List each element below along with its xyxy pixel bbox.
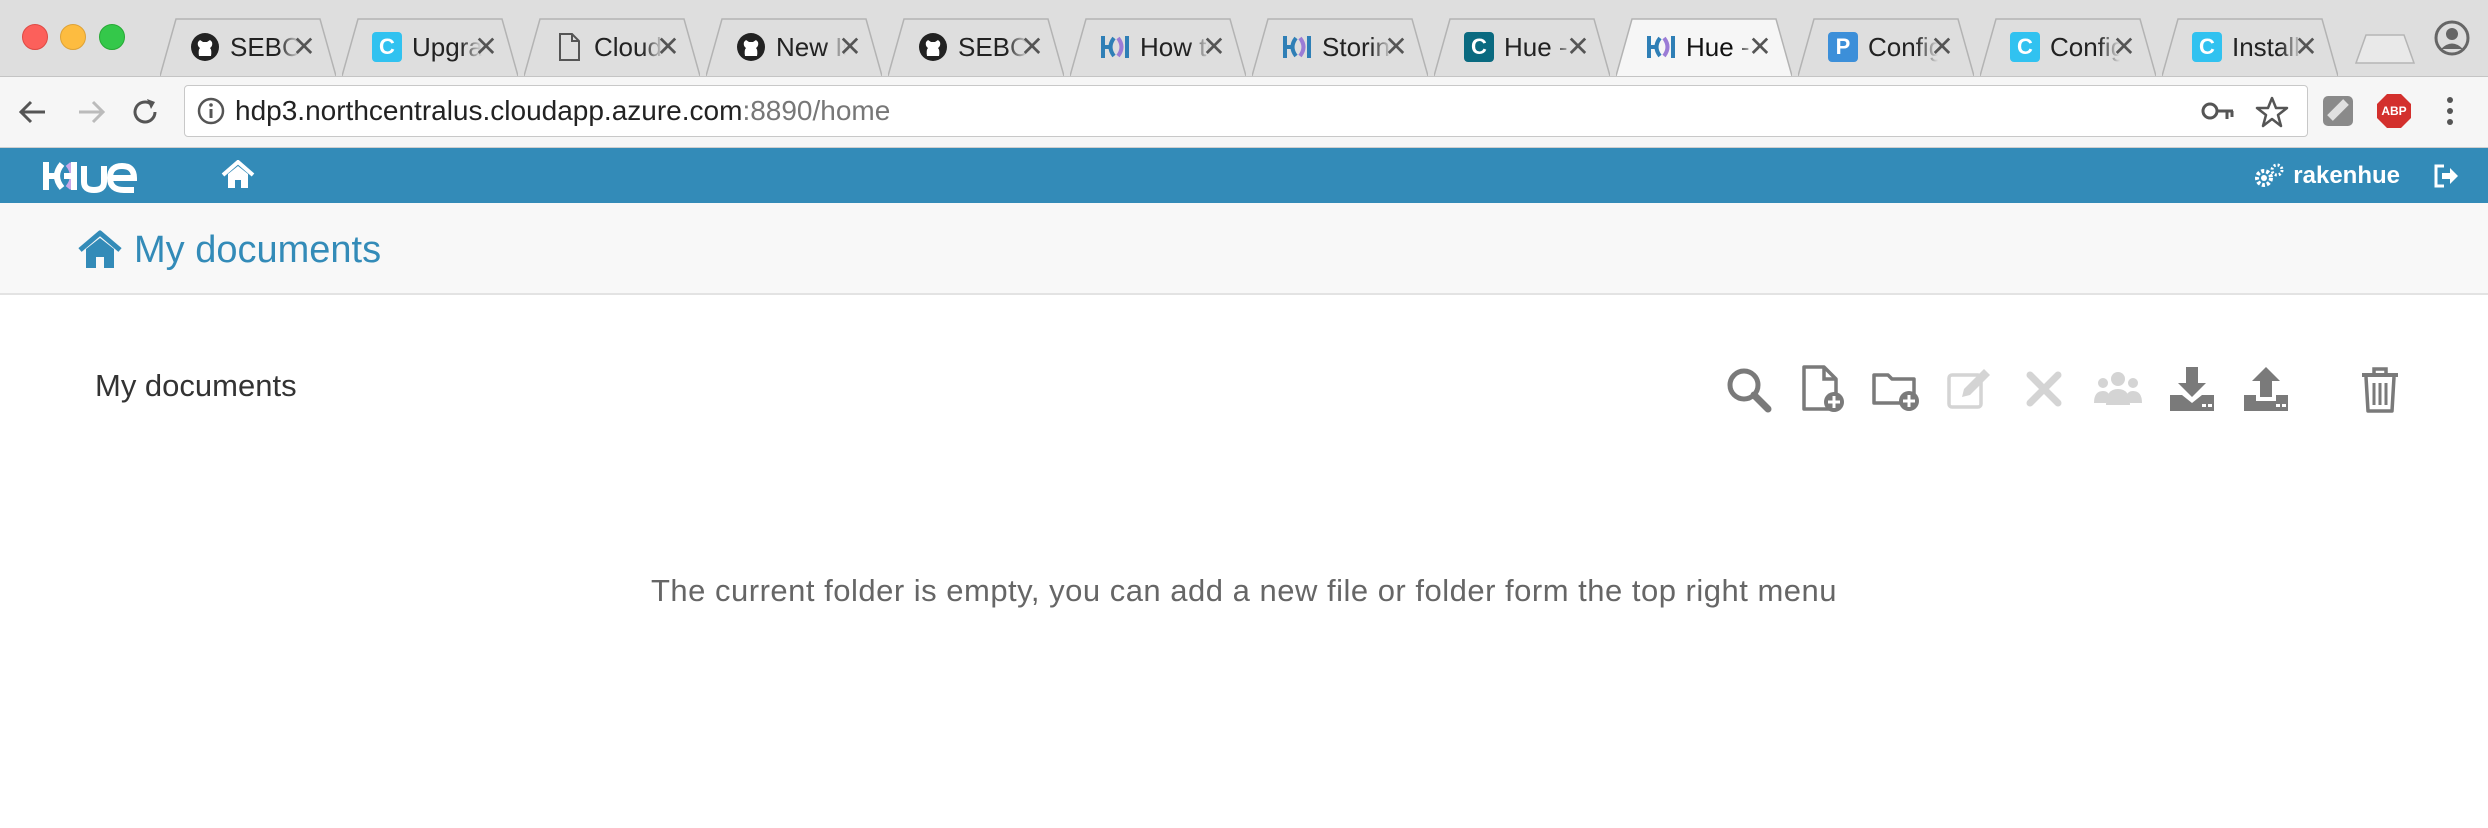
upload-button[interactable]	[2240, 362, 2292, 416]
reload-button[interactable]	[124, 91, 166, 133]
cloudera-dark-icon: C	[1464, 32, 1494, 62]
back-arrow-icon	[18, 100, 45, 124]
tab-close-icon[interactable]: ✕	[2292, 31, 2320, 63]
browser-tab[interactable]: Hue - \✕	[1616, 18, 1792, 76]
browser-tab[interactable]: SEBC/l✕	[160, 18, 336, 76]
download-button[interactable]	[2166, 362, 2218, 416]
delete-button[interactable]	[2018, 362, 2070, 416]
adblock-plus-icon[interactable]: ABP	[2376, 93, 2412, 129]
info-icon[interactable]	[197, 97, 225, 125]
cloudera-icon: C	[2192, 32, 2222, 62]
delete-x-icon	[2026, 371, 2062, 407]
user-menu[interactable]: rakenhue	[2253, 148, 2400, 203]
hue-navbar: rakenhue	[0, 148, 2488, 203]
browser-toolbar: hdp3.northcentralus.cloudapp.azure.com:8…	[0, 77, 2488, 148]
edit-icon	[1947, 369, 1990, 409]
logout-icon[interactable]	[2432, 162, 2460, 190]
tab-close-icon[interactable]: ✕	[836, 31, 864, 63]
browser-tab[interactable]: CUpgrad✕	[342, 18, 518, 76]
search-button[interactable]	[1722, 362, 1774, 416]
tab-close-icon[interactable]: ✕	[1382, 31, 1410, 63]
back-button[interactable]	[12, 91, 54, 133]
new-folder-icon	[1872, 373, 1919, 411]
tab-close-icon[interactable]: ✕	[1200, 31, 1228, 63]
page-title[interactable]: My documents	[78, 227, 381, 273]
forward-arrow-icon	[79, 100, 106, 124]
tab-close-icon[interactable]: ✕	[1928, 31, 1956, 63]
page-title-text: My documents	[134, 228, 382, 271]
url-path: :8890/home	[742, 95, 891, 126]
new-tab-button[interactable]	[2354, 34, 2416, 64]
reload-icon	[133, 99, 157, 124]
username: rakenhue	[2293, 161, 2400, 189]
browser-tab[interactable]: New Is✕	[706, 18, 882, 76]
hue-icon	[1100, 32, 1130, 62]
tab-close-icon[interactable]: ✕	[2110, 31, 2138, 63]
url-text[interactable]: hdp3.northcentralus.cloudapp.azure.com:8…	[235, 86, 890, 136]
hue-icon	[1282, 32, 1312, 62]
edit-button[interactable]	[1944, 362, 1996, 416]
github-icon	[736, 32, 766, 62]
profile-icon[interactable]	[2434, 20, 2470, 56]
extension-icon[interactable]	[2320, 93, 2356, 129]
chrome-menu-icon[interactable]	[2432, 93, 2468, 129]
browser-tab[interactable]: P Config ✕	[1798, 18, 1974, 76]
tab-close-icon[interactable]: ✕	[654, 31, 682, 63]
hue-icon	[1646, 32, 1676, 62]
browser-tab[interactable]: Storing✕	[1252, 18, 1428, 76]
home-icon[interactable]	[221, 160, 255, 190]
tab-close-icon[interactable]: ✕	[1018, 31, 1046, 63]
page-header: My documents	[0, 203, 2488, 295]
tab-close-icon[interactable]: ✕	[290, 31, 318, 63]
share-button[interactable]	[2092, 362, 2144, 416]
cloudera-icon: C	[2010, 32, 2040, 62]
gears-icon	[2255, 163, 2284, 187]
address-bar[interactable]: hdp3.northcentralus.cloudapp.azure.com:8…	[184, 85, 2308, 137]
cloudera-icon: C	[372, 32, 402, 62]
document-actions-toolbar	[0, 362, 2488, 418]
adblock-label: ABP	[2381, 104, 2407, 118]
trash-button[interactable]	[2354, 362, 2406, 416]
new-folder-button[interactable]	[1870, 362, 1922, 416]
github-icon	[190, 32, 220, 62]
download-icon	[2170, 367, 2214, 411]
new-document-icon	[1802, 365, 1844, 412]
browser-tab[interactable]: C Config ✕	[1980, 18, 2156, 76]
key-icon[interactable]	[2201, 99, 2235, 123]
upload-icon	[2244, 367, 2288, 411]
browser-tab[interactable]: SEBC/l✕	[888, 18, 1064, 76]
browser-tab[interactable]: C Installi ✕	[2162, 18, 2338, 76]
minimize-window-button[interactable]	[60, 24, 86, 50]
tab-close-icon[interactable]: ✕	[472, 31, 500, 63]
github-icon	[918, 32, 948, 62]
tab-close-icon[interactable]: ✕	[1746, 31, 1774, 63]
browser-tab[interactable]: How to✕	[1070, 18, 1246, 76]
maximize-window-button[interactable]	[99, 24, 125, 50]
home-icon	[78, 230, 122, 268]
hue-logo[interactable]	[42, 156, 158, 196]
bookmark-star-icon[interactable]	[2255, 95, 2289, 129]
tab-close-icon[interactable]: ✕	[1564, 31, 1592, 63]
forward-button[interactable]	[70, 91, 112, 133]
url-host: hdp3.northcentralus.cloudapp.azure.com	[235, 95, 743, 126]
p-icon: P	[1828, 32, 1858, 62]
close-window-button[interactable]	[22, 24, 48, 50]
empty-folder-message: The current folder is empty, you can add…	[650, 573, 1838, 608]
document-icon	[554, 32, 584, 62]
browser-tab[interactable]: Cloude✕	[524, 18, 700, 76]
new-document-button[interactable]	[1796, 362, 1848, 416]
search-action-icon	[1727, 368, 1772, 413]
share-users-icon	[2094, 372, 2142, 405]
trash-icon	[2362, 367, 2398, 413]
browser-tab[interactable]: CHue - (✕	[1434, 18, 1610, 76]
browser-tab-strip: SEBC/l✕CUpgrad✕Cloude✕New Is✕SEBC/l✕How …	[0, 0, 2488, 77]
